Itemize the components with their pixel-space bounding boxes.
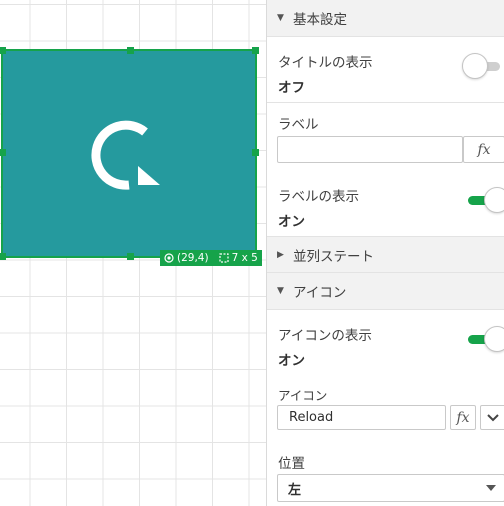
size-frame-icon [218,253,229,263]
show-title-toggle[interactable] [462,53,504,79]
dropdown-arrow-icon [486,485,496,491]
function-icon: fx [456,409,470,426]
show-icon-label: アイコンの表示 [278,328,372,344]
show-icon-value: オン [278,353,305,369]
show-title-value: オフ [278,80,305,96]
show-title-label: タイトルの表示 [278,55,373,71]
label-field-label: ラベル [278,117,319,133]
section-header-basic-settings[interactable]: ▼ 基本設定 [267,0,504,37]
position-size-badge: (29,4) 7 x 5 [160,250,262,266]
chevron-down-icon [487,413,499,421]
section-header-parallel-state[interactable]: ▶ 並列ステート [267,236,504,273]
position-value: 左 [288,482,302,498]
icon-field-label: アイコン [278,388,328,403]
caret-right-icon: ▶ [277,249,284,260]
resize-handle-bottom[interactable] [127,253,134,260]
properties-panel: ▼ 基本設定 タイトルの表示 オフ ラベル fx ラベルの表示 オン ▶ 並列ス… [267,0,504,506]
resize-handle-top-right[interactable] [252,47,259,54]
icon-name-input[interactable]: Reload [277,405,446,430]
show-icon-toggle[interactable] [466,326,504,352]
show-label-label: ラベルの表示 [278,189,359,205]
caret-down-icon: ▼ [277,13,284,23]
target-icon [164,253,174,263]
resize-handle-left[interactable] [0,149,6,156]
section-title: 並列ステート [293,248,374,265]
section-title: 基本設定 [293,12,347,28]
reload-icon [91,120,160,190]
show-label-value: オン [278,214,305,230]
design-canvas[interactable]: (29,4) 7 x 5 [0,0,266,506]
function-icon: fx [477,141,491,158]
label-fx-button[interactable]: fx [463,136,504,163]
resize-handle-right[interactable] [252,149,259,156]
resize-handle-bottom-left[interactable] [0,253,6,260]
reload-button-widget[interactable] [0,47,259,260]
resize-handle-top[interactable] [127,47,134,54]
resize-handle-top-left[interactable] [0,47,6,54]
icon-dropdown-button[interactable] [480,405,504,430]
show-label-toggle[interactable] [466,187,504,213]
section-title: アイコン [293,285,347,301]
position-readout: (29,4) [177,252,209,264]
caret-down-icon: ▼ [277,286,284,296]
size-readout: 7 x 5 [231,252,258,264]
icon-fx-button[interactable]: fx [450,405,476,430]
label-input[interactable] [277,136,463,163]
icon-position-select[interactable]: 左 [277,474,504,502]
section-header-icon[interactable]: ▼ アイコン [267,273,504,310]
position-label: 位置 [278,456,305,472]
divider [267,102,504,103]
